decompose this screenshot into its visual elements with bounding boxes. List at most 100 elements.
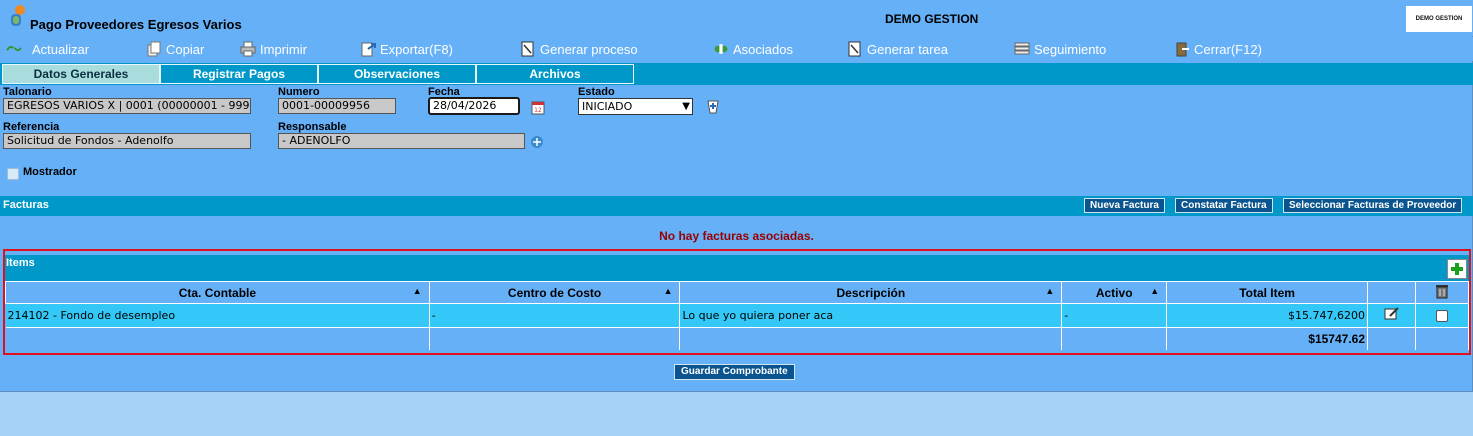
estado-select[interactable]: INICIADO ▼ <box>578 98 693 115</box>
tracking-button[interactable]: Seguimiento <box>1014 40 1106 58</box>
sum-empty <box>429 327 681 350</box>
talonario-field[interactable]: EGRESOS VARIOS X | 0001 (00000001 - 9999 <box>3 98 251 114</box>
generate-task-button[interactable]: Generar tarea <box>847 40 948 58</box>
window-title: Pago Proveedores Egresos Varios <box>30 17 242 32</box>
sort-icon: ▲ <box>663 286 673 296</box>
column-header-delete[interactable] <box>1414 281 1470 304</box>
column-header-descripcion[interactable]: Descripción ▲ <box>679 281 1063 304</box>
print-button[interactable]: Imprimir <box>240 40 307 58</box>
talonario-label: Talonario <box>3 86 52 98</box>
row-delete-checkbox[interactable] <box>1435 310 1448 322</box>
close-button[interactable]: Cerrar(F12) <box>1174 40 1262 58</box>
verify-invoice-button[interactable]: Constatar Factura <box>1175 198 1273 213</box>
items-section: Items Cta. Contable ▲ Centro de Costo ▲ De… <box>3 249 1471 355</box>
referencia-label: Referencia <box>3 121 60 133</box>
column-header-centro-costo[interactable]: Centro de Costo ▲ <box>428 281 681 304</box>
tab-datos-generales[interactable]: Datos Generales <box>2 64 160 84</box>
numero-label: Numero <box>278 86 320 98</box>
print-label: Imprimir <box>260 41 307 57</box>
brand-logo: DEMO GESTION <box>1406 6 1472 32</box>
fecha-field[interactable]: 28/04/2026 <box>428 97 520 115</box>
select-supplier-invoices-button[interactable]: Seleccionar Facturas de Proveedor <box>1283 198 1463 213</box>
chevron-down-icon: ▼ <box>682 101 690 112</box>
sum-empty <box>1061 327 1168 350</box>
new-invoice-button[interactable]: Nueva Factura <box>1084 198 1165 213</box>
cell-centro-costo: - <box>429 303 681 328</box>
sum-empty <box>1367 327 1416 350</box>
sum-empty <box>1415 327 1470 350</box>
trash-icon <box>1435 285 1448 299</box>
column-header-activo[interactable]: Activo ▲ <box>1061 281 1168 304</box>
no-invoices-message: No hay facturas asociadas. <box>659 229 814 243</box>
items-header: Items <box>5 255 1469 281</box>
close-label: Cerrar(F12) <box>1194 41 1262 57</box>
estado-value: INICIADO <box>582 100 633 113</box>
printer-icon <box>240 41 256 57</box>
numero-field[interactable]: 0001-00009956 <box>278 98 396 114</box>
export-label: Exportar(F8) <box>380 41 453 57</box>
mostrador-checkbox[interactable] <box>7 168 19 180</box>
responsable-search-icon[interactable] <box>529 134 545 150</box>
tracking-label: Seguimiento <box>1034 41 1107 57</box>
column-label: Total Item <box>1239 285 1295 300</box>
edit-icon <box>1384 307 1399 320</box>
calendar-icon[interactable]: 12 <box>530 99 546 115</box>
refresh-icon <box>6 45 22 52</box>
column-label: Cta. Contable <box>178 285 257 300</box>
facturas-title: Facturas <box>3 199 49 211</box>
delete-cell <box>1415 303 1470 328</box>
cell-cta-contable: 214102 - Fondo de desempleo <box>5 303 430 328</box>
close-icon <box>1176 42 1189 57</box>
tab-registrar-pagos[interactable]: Registrar Pagos <box>160 64 318 84</box>
sort-icon: ▲ <box>1045 286 1055 296</box>
items-table-header: Cta. Contable ▲ Centro de Costo ▲ Descripc… <box>5 281 1470 304</box>
items-table: Cta. Contable ▲ Centro de Costo ▲ Descripc… <box>5 281 1470 350</box>
responsable-field[interactable]: - ADENOLFO <box>278 133 525 149</box>
process-icon <box>521 41 534 57</box>
responsable-label: Responsable <box>278 121 347 133</box>
items-title: Items <box>6 257 35 269</box>
save-voucher-button[interactable]: Guardar Comprobante <box>674 364 795 380</box>
referencia-field[interactable]: Solicitud de Fondos - Adenolfo <box>3 133 251 149</box>
sum-row: $15747.62 <box>5 327 1470 350</box>
column-header-edit <box>1367 281 1416 304</box>
cell-descripcion: Lo que yo quiera poner aca <box>679 303 1063 328</box>
refresh-label: Actualizar <box>32 41 90 57</box>
facturas-section: Facturas Nueva Factura Constatar Factura… <box>0 196 1473 216</box>
generate-process-button[interactable]: Generar proceso <box>520 40 638 58</box>
task-icon <box>848 41 861 57</box>
column-label: Activo <box>1095 285 1133 300</box>
tab-observaciones[interactable]: Observaciones <box>318 64 476 84</box>
refresh-button[interactable]: Actualizar <box>6 40 89 58</box>
sort-icon: ▲ <box>1150 286 1160 296</box>
cell-activo: - <box>1061 303 1168 328</box>
company-name: DEMO GESTION <box>885 12 979 26</box>
edit-cell[interactable] <box>1367 303 1416 328</box>
tab-archivos[interactable]: Archivos <box>476 64 634 84</box>
column-header-cta-contable[interactable]: Cta. Contable ▲ <box>5 281 430 304</box>
associated-button[interactable]: Asociados <box>713 40 793 58</box>
associated-label: Asociados <box>733 41 793 57</box>
sort-icon: ▲ <box>412 286 422 296</box>
plus-icon <box>1451 263 1463 275</box>
column-header-total-item[interactable]: Total Item <box>1166 281 1369 304</box>
copy-icon <box>147 41 161 57</box>
sum-empty <box>5 327 430 350</box>
estado-label: Estado <box>578 86 615 98</box>
copy-label: Copiar <box>166 41 205 57</box>
generate-process-label: Generar proceso <box>540 41 638 57</box>
title-bar: Pago Proveedores Egresos Varios DEMO GES… <box>0 0 1473 36</box>
export-button[interactable]: Exportar(F8) <box>360 40 453 58</box>
app-logo-icon <box>11 5 25 26</box>
mostrador-label: Mostrador <box>23 166 77 178</box>
copy-button[interactable]: Copiar <box>146 40 204 58</box>
toolbar: Actualizar Copiar Imprimir Exportar(F8) … <box>0 37 1473 61</box>
tab-bar: Datos Generales Registrar Pagos Observac… <box>0 63 1473 85</box>
estado-history-icon[interactable] <box>705 99 721 115</box>
export-icon <box>361 42 376 57</box>
column-label: Centro de Costo <box>507 285 602 300</box>
generate-task-label: Generar tarea <box>867 41 948 57</box>
add-item-button[interactable] <box>1447 259 1467 279</box>
column-label: Descripción <box>836 285 906 300</box>
associated-icon <box>714 44 728 54</box>
